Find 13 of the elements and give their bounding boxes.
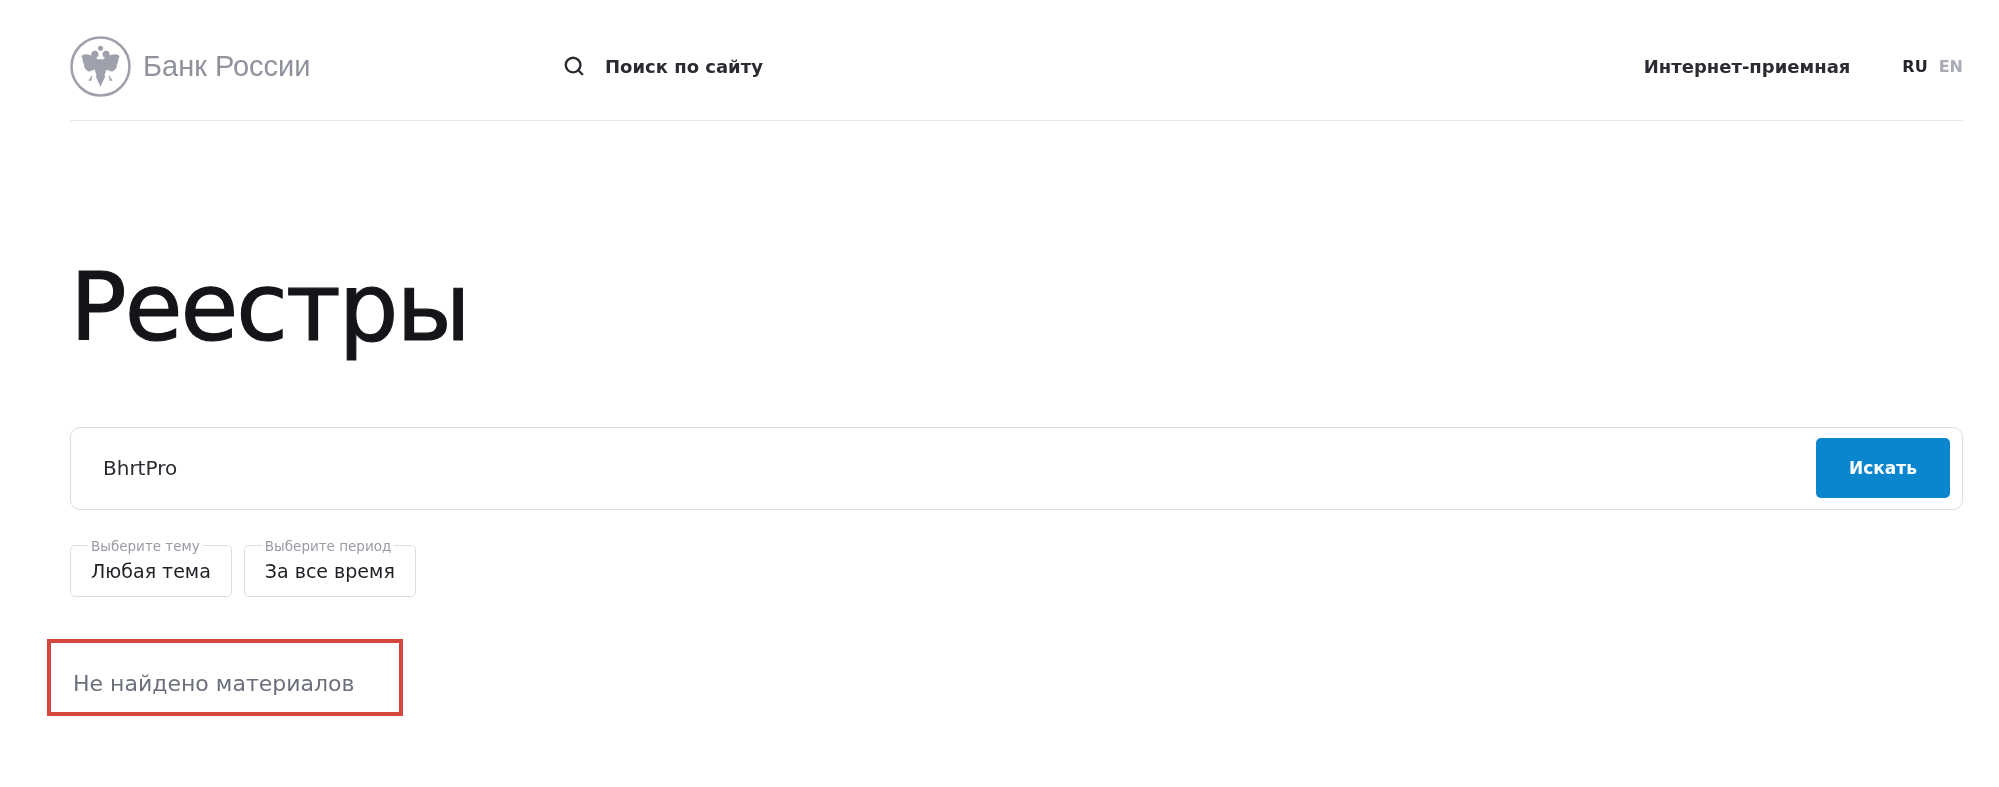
no-results-message: Не найдено материалов bbox=[73, 670, 355, 696]
site-search-link[interactable]: Поиск по сайту bbox=[563, 55, 763, 77]
search-button[interactable]: Искать bbox=[1816, 438, 1950, 499]
dropdown-label: Выберите тему bbox=[90, 537, 201, 554]
filter-dropdown[interactable]: Выберите период За все время bbox=[243, 537, 416, 597]
language-link[interactable]: RU bbox=[1902, 56, 1928, 76]
search-field[interactable]: BhrtPro Искать bbox=[70, 426, 1963, 510]
eagle-emblem-icon bbox=[70, 35, 131, 97]
dropdown-label: Выберите период bbox=[263, 537, 393, 554]
filter-dropdown[interactable]: Выберите тему Любая тема bbox=[70, 537, 232, 597]
reception-link[interactable]: Интернет-приемная bbox=[1643, 55, 1851, 77]
search-icon bbox=[563, 55, 585, 77]
page-title: Реестры bbox=[70, 252, 470, 364]
